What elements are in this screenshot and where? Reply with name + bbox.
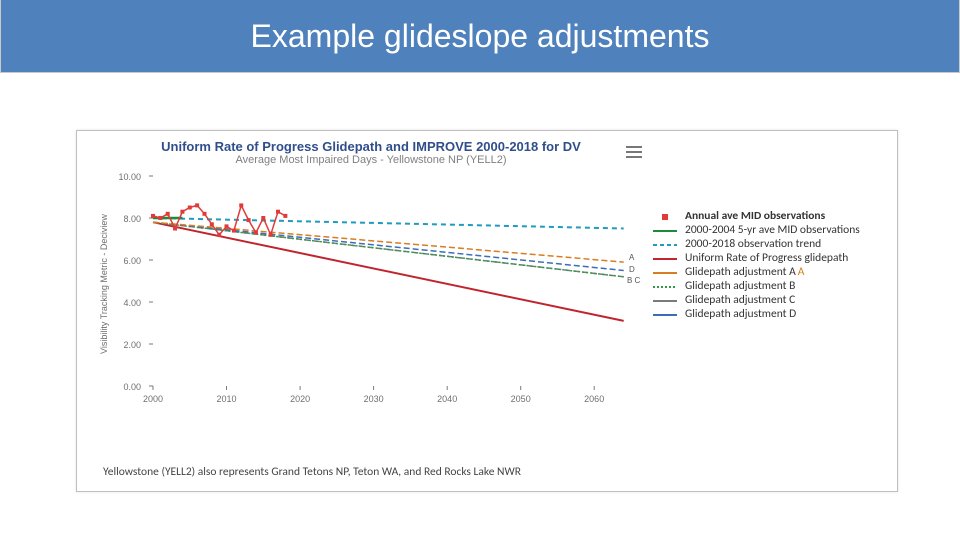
legend-swatch-line-grey xyxy=(651,295,679,307)
chart-container: Uniform Rate of Progress Glidepath and I… xyxy=(91,139,651,439)
legend-label: Uniform Rate of Progress glidepath xyxy=(685,252,848,265)
legend-item: 2000-2018 observation trend xyxy=(651,238,881,251)
svg-text:10.00: 10.00 xyxy=(118,172,141,182)
legend-swatch-line-teal-dash xyxy=(651,239,679,251)
page-title: Example glideslope adjustments xyxy=(251,18,710,55)
legend-label: Glidepath adjustment C xyxy=(685,294,795,307)
legend-label: Annual ave MID observations xyxy=(685,210,825,223)
footnote: Yellowstone (YELL2) also represents Gran… xyxy=(103,465,521,479)
y-axis-label: Visibility Tracking Metric - Deciview xyxy=(99,214,109,354)
legend-label: Glidepath adjustment A xyxy=(685,266,796,279)
svg-text:2.00: 2.00 xyxy=(123,340,141,350)
series-urp xyxy=(153,222,624,321)
chart-panel: Uniform Rate of Progress Glidepath and I… xyxy=(76,130,898,492)
legend-suffix-a: A xyxy=(798,266,805,279)
chart-svg: 10.00 8.00 6.00 4.00 2.00 0.00 xyxy=(91,166,651,426)
annot-a: A xyxy=(629,253,635,262)
legend-label: Glidepath adjustment B xyxy=(685,280,795,293)
legend-swatch-line-red xyxy=(651,253,679,265)
annot-bc: B C xyxy=(627,276,641,285)
chart-menu-button[interactable] xyxy=(625,145,643,159)
legend-item: Annual ave MID observations xyxy=(651,210,881,223)
legend-item: 2000-2004 5-yr ave MID observations xyxy=(651,224,881,237)
legend-item: Glidepath adjustment AA xyxy=(651,266,881,279)
legend-swatch-line-green xyxy=(651,225,679,237)
svg-text:2000: 2000 xyxy=(143,394,163,404)
legend-swatch-line-orange xyxy=(651,267,679,279)
legend-label: 2000-2004 5-yr ave MID observations xyxy=(685,224,860,237)
svg-text:2060: 2060 xyxy=(584,394,604,404)
legend-item: Glidepath adjustment B xyxy=(651,280,881,293)
svg-text:2050: 2050 xyxy=(511,394,531,404)
x-axis: 2000 2010 2020 2030 2040 2050 2060 xyxy=(143,386,604,404)
title-bar: Example glideslope adjustments xyxy=(0,0,960,73)
annot-d: D xyxy=(629,265,635,274)
legend: Annual ave MID observations 2000-2004 5-… xyxy=(651,209,881,322)
series-obs-trend xyxy=(153,218,624,229)
svg-text:2020: 2020 xyxy=(290,394,310,404)
legend-item: Glidepath adjustment C xyxy=(651,294,881,307)
legend-item: Glidepath adjustment D xyxy=(651,308,881,321)
chart-subtitle: Average Most Impaired Days - Yellowstone… xyxy=(91,154,651,166)
svg-text:2010: 2010 xyxy=(216,394,236,404)
svg-text:6.00: 6.00 xyxy=(123,256,141,266)
hamburger-icon xyxy=(625,145,643,159)
legend-label: Glidepath adjustment D xyxy=(685,308,796,321)
svg-text:4.00: 4.00 xyxy=(123,298,141,308)
legend-label: 2000-2018 observation trend xyxy=(685,238,821,251)
legend-swatch-line-blue xyxy=(651,309,679,321)
legend-item: Uniform Rate of Progress glidepath xyxy=(651,252,881,265)
svg-text:8.00: 8.00 xyxy=(123,214,141,224)
y-axis: 10.00 8.00 6.00 4.00 2.00 0.00 xyxy=(118,172,153,392)
svg-text:0.00: 0.00 xyxy=(123,382,141,392)
chart-title: Uniform Rate of Progress Glidepath and I… xyxy=(91,139,651,154)
legend-swatch-line-green-dash xyxy=(651,281,679,293)
legend-swatch-square-red xyxy=(651,211,679,223)
series-adj-a xyxy=(153,222,624,262)
svg-text:2040: 2040 xyxy=(437,394,457,404)
svg-text:2030: 2030 xyxy=(364,394,384,404)
